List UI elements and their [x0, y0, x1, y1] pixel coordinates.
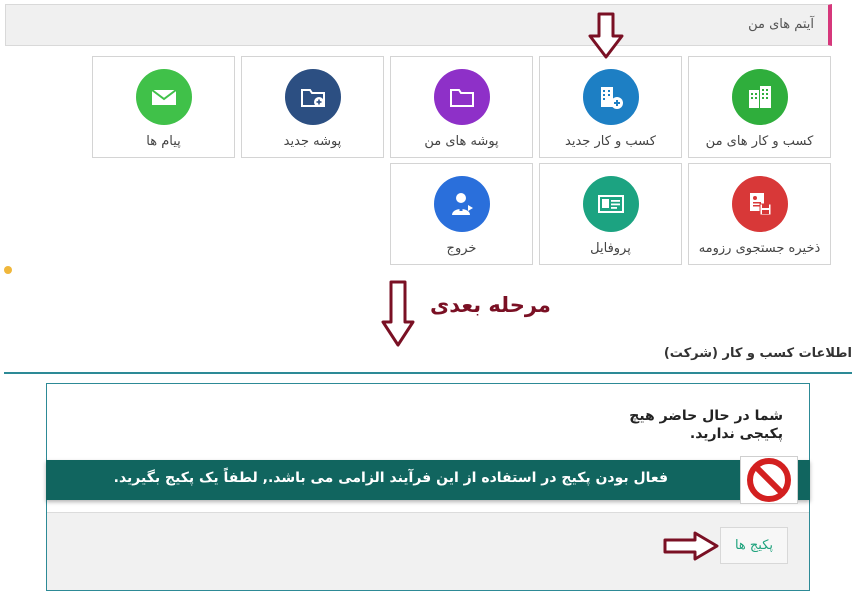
no-package-notice: شما در حال حاضر هیچ پکیجی ندارید. [629, 408, 783, 442]
tile-my-folders[interactable]: پوشه های من [390, 56, 533, 158]
tile-profile[interactable]: پروفایل [539, 163, 682, 265]
down-arrow-icon [588, 12, 624, 59]
tile-label: پیام ها [146, 134, 181, 149]
tile-logout[interactable]: خروج [390, 163, 533, 265]
section-divider [4, 372, 852, 374]
package-required-alert: فعال بودن پکیج در استفاده از این فرآیند … [46, 460, 810, 500]
folder-add-icon [284, 69, 341, 125]
tile-label: پوشه جدید [283, 134, 342, 149]
decorative-dot [4, 266, 12, 274]
tile-label: کسب و کار های من [705, 134, 814, 149]
tile-label: خروج [446, 241, 477, 256]
my-items-header: آیتم های من [5, 4, 832, 46]
tile-label: پروفایل [590, 241, 631, 256]
tile-new-folder[interactable]: پوشه جدید [241, 56, 384, 158]
user-exit-icon [433, 176, 490, 232]
resume-save-icon [731, 176, 788, 232]
tile-messages[interactable]: پیام ها [92, 56, 235, 158]
my-items-title: آیتم های من [748, 17, 814, 32]
right-arrow-icon [663, 531, 719, 561]
building-add-icon [582, 69, 639, 125]
prohibited-icon [740, 456, 798, 504]
next-step-label: مرحله بعدی [430, 293, 551, 317]
business-info-title: اطلاعات کسب و کار (شرکت) [663, 346, 852, 361]
tile-save-resume-search[interactable]: ذخیره جستجوی رزومه [688, 163, 831, 265]
id-card-icon [582, 176, 639, 232]
tile-label: ذخیره جستجوی رزومه [698, 241, 821, 256]
tile-new-business[interactable]: کسب و کار جدید [539, 56, 682, 158]
tile-my-businesses[interactable]: کسب و کار های من [688, 56, 831, 158]
alert-text: فعال بودن پکیج در استفاده از این فرآیند … [113, 470, 668, 486]
down-arrow-icon [381, 280, 415, 347]
folder-icon [433, 69, 490, 125]
tile-label: پوشه های من [424, 134, 499, 149]
tile-label: کسب و کار جدید [565, 134, 656, 149]
packages-button[interactable]: پکیج ها [720, 527, 788, 564]
buildings-icon [731, 69, 788, 125]
envelope-icon [135, 69, 192, 125]
